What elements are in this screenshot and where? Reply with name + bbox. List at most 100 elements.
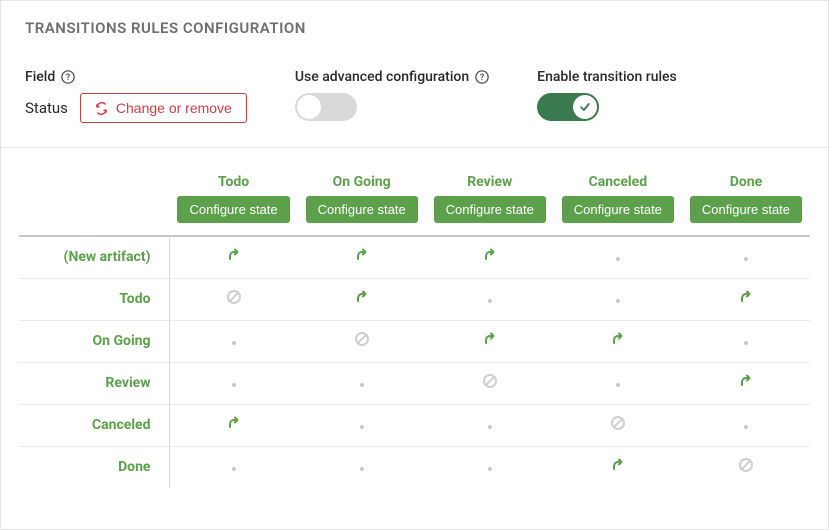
matrix-cell <box>682 362 810 404</box>
state-name: Todo <box>176 174 292 190</box>
matrix-cell <box>426 320 554 362</box>
matrix-cell <box>169 278 298 320</box>
matrix-cell <box>682 236 810 278</box>
forbidden-icon <box>354 331 370 347</box>
row-header: (New artifact) <box>19 236 169 278</box>
state-name: Review <box>432 174 548 190</box>
empty-dot-icon <box>232 341 236 345</box>
empty-dot-icon <box>616 257 620 261</box>
toggle-knob <box>573 95 597 119</box>
transition-arrow-icon[interactable] <box>610 457 626 473</box>
transition-arrow-icon[interactable] <box>738 373 754 389</box>
configure-state-button[interactable]: Configure state <box>177 196 289 223</box>
configure-state-button[interactable]: Configure state <box>434 196 546 223</box>
configure-state-button[interactable]: Configure state <box>562 196 674 223</box>
table-row: Review <box>19 362 810 404</box>
matrix-cell <box>298 278 426 320</box>
table-row: Done <box>19 446 810 488</box>
advanced-label: Use advanced configuration ? <box>295 69 489 85</box>
matrix-cell <box>554 320 682 362</box>
empty-dot-icon <box>360 467 364 471</box>
empty-dot-icon <box>232 383 236 387</box>
matrix-cell <box>682 278 810 320</box>
transition-arrow-icon[interactable] <box>226 247 242 263</box>
matrix-cell <box>169 404 298 446</box>
matrix-cell <box>169 320 298 362</box>
enable-label: Enable transition rules <box>537 69 677 85</box>
forbidden-icon <box>226 289 242 305</box>
matrix-cell <box>554 362 682 404</box>
matrix-cell <box>426 278 554 320</box>
row-header: Review <box>19 362 169 404</box>
empty-dot-icon <box>488 299 492 303</box>
change-remove-button[interactable]: Change or remove <box>80 93 247 123</box>
empty-dot-icon <box>616 299 620 303</box>
col-header-ongoing: On Going Configure state <box>298 168 426 236</box>
matrix-cell <box>426 446 554 488</box>
row-header: Done <box>19 446 169 488</box>
empty-dot-icon <box>744 341 748 345</box>
matrix-cell <box>298 404 426 446</box>
field-group: Field ? Status Change or remove <box>25 69 247 123</box>
check-icon <box>579 101 591 113</box>
controls-row: Field ? Status Change or remove <box>25 69 804 123</box>
enable-label-text: Enable transition rules <box>537 69 677 85</box>
configure-state-button[interactable]: Configure state <box>306 196 418 223</box>
svg-text:?: ? <box>66 73 71 83</box>
svg-text:?: ? <box>480 73 485 83</box>
help-icon[interactable]: ? <box>61 70 75 84</box>
matrix-cell <box>169 236 298 278</box>
state-name: On Going <box>304 174 420 190</box>
matrix-table: Todo Configure state On Going Configure … <box>19 168 810 488</box>
row-header: Canceled <box>19 404 169 446</box>
table-row: (New artifact) <box>19 236 810 278</box>
advanced-toggle[interactable] <box>295 93 357 121</box>
matrix-cell <box>169 446 298 488</box>
refresh-icon <box>95 102 108 115</box>
row-header: Todo <box>19 278 169 320</box>
field-value: Status <box>25 99 68 117</box>
state-name: Canceled <box>560 174 676 190</box>
empty-dot-icon <box>232 467 236 471</box>
enable-toggle[interactable] <box>537 93 599 121</box>
matrix-cell <box>298 446 426 488</box>
col-header-todo: Todo Configure state <box>169 168 298 236</box>
table-row: Canceled <box>19 404 810 446</box>
transition-arrow-icon[interactable] <box>354 247 370 263</box>
matrix-cell <box>298 236 426 278</box>
col-header-canceled: Canceled Configure state <box>554 168 682 236</box>
help-icon[interactable]: ? <box>475 70 489 84</box>
enable-group: Enable transition rules <box>537 69 677 121</box>
configure-state-button[interactable]: Configure state <box>690 196 802 223</box>
matrix-cell <box>682 446 810 488</box>
transition-arrow-icon[interactable] <box>610 331 626 347</box>
matrix-cell <box>554 446 682 488</box>
toggle-knob <box>297 95 321 119</box>
transition-arrow-icon[interactable] <box>482 247 498 263</box>
col-header-done: Done Configure state <box>682 168 810 236</box>
empty-dot-icon <box>616 383 620 387</box>
transition-arrow-icon[interactable] <box>738 289 754 305</box>
matrix-cell <box>298 362 426 404</box>
table-row: Todo <box>19 278 810 320</box>
state-name: Done <box>688 174 804 190</box>
transition-arrow-icon[interactable] <box>482 331 498 347</box>
panel-header: TRANSITIONS RULES CONFIGURATION Field ? … <box>1 1 828 147</box>
forbidden-icon <box>610 415 626 431</box>
transition-arrow-icon[interactable] <box>226 415 242 431</box>
empty-dot-icon <box>488 425 492 429</box>
matrix-cell <box>426 404 554 446</box>
matrix-cell <box>682 320 810 362</box>
transition-arrow-icon[interactable] <box>354 289 370 305</box>
matrix-cell <box>169 362 298 404</box>
field-label: Field ? <box>25 69 247 85</box>
change-remove-label: Change or remove <box>116 100 232 116</box>
empty-dot-icon <box>744 425 748 429</box>
header-row: Todo Configure state On Going Configure … <box>19 168 810 236</box>
matrix-cell <box>682 404 810 446</box>
empty-dot-icon <box>360 383 364 387</box>
forbidden-icon <box>738 457 754 473</box>
row-header: On Going <box>19 320 169 362</box>
advanced-label-text: Use advanced configuration <box>295 69 469 85</box>
field-label-text: Field <box>25 69 55 85</box>
